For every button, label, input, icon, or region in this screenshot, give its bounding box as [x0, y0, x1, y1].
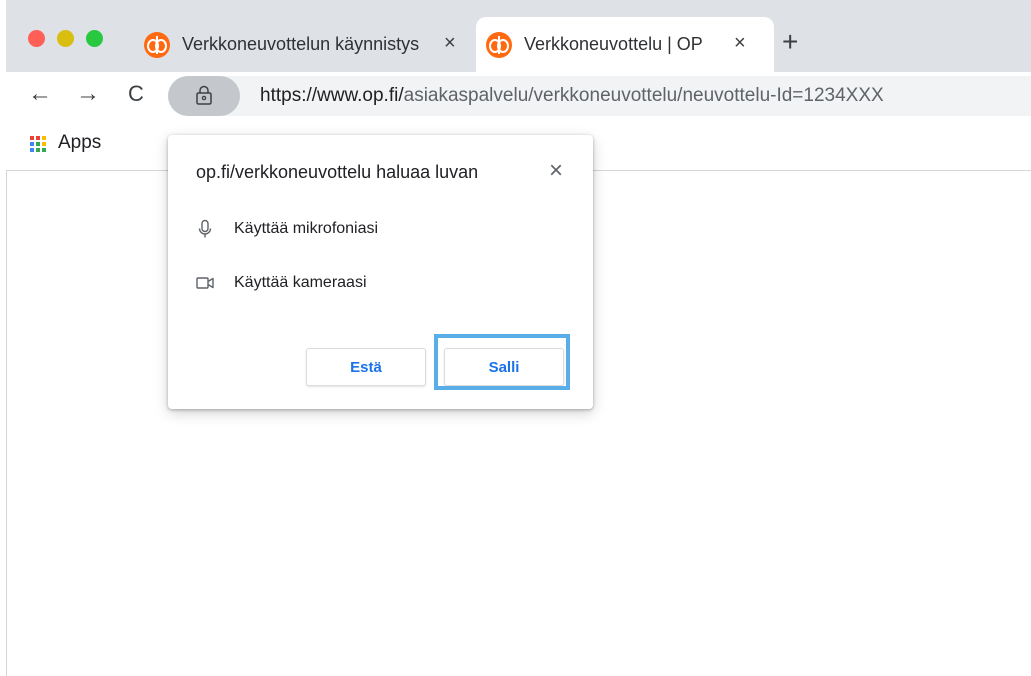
forward-button[interactable]: →: [76, 82, 100, 106]
permission-microphone: Käyttää mikrofoniasi: [196, 219, 378, 239]
camera-icon: [196, 277, 214, 289]
tab-title: Verkkoneuvottelu | OP: [524, 34, 703, 54]
reload-button[interactable]: C: [128, 82, 144, 106]
maximize-window-button[interactable]: [86, 30, 103, 47]
op-favicon-icon: [144, 31, 170, 58]
tab-close-icon[interactable]: ×: [734, 32, 746, 55]
minimize-window-button[interactable]: [57, 30, 74, 47]
toolbar: ← → C https://www.op.fi/asiakaspalvelu/v…: [6, 72, 1031, 120]
site-info-button[interactable]: [168, 76, 240, 116]
new-tab-button[interactable]: +: [782, 28, 798, 56]
back-button[interactable]: ←: [28, 82, 52, 106]
tab-verkkoneuvottelun-kaynnistys[interactable]: Verkkoneuvottelun käynnistys ×: [134, 17, 470, 72]
permission-camera: Käyttää kameraasi: [196, 273, 367, 293]
permission-dialog: op.fi/verkkoneuvottelu haluaa luvan × Kä…: [168, 135, 593, 409]
apps-grid-icon[interactable]: [30, 136, 48, 154]
op-favicon-icon: [486, 31, 512, 58]
address-bar[interactable]: https://www.op.fi/asiakaspalvelu/verkkon…: [168, 76, 1031, 116]
tab-close-icon[interactable]: ×: [444, 32, 456, 55]
apps-bookmark[interactable]: Apps: [58, 132, 101, 154]
permission-label: Käyttää mikrofoniasi: [234, 220, 379, 237]
microphone-icon: [198, 219, 212, 238]
block-button[interactable]: Estä: [306, 348, 426, 386]
close-window-button[interactable]: [28, 30, 45, 47]
url-text[interactable]: https://www.op.fi/asiakaspalvelu/verkkon…: [260, 85, 884, 107]
tab-title: Verkkoneuvottelun käynnistys: [182, 34, 420, 54]
lock-icon: [196, 85, 212, 105]
url-host: https://www.op.fi/: [260, 85, 404, 106]
close-icon[interactable]: ×: [549, 159, 563, 183]
permission-label: Käyttää kameraasi: [234, 274, 367, 291]
tab-verkkoneuvottelu-op[interactable]: Verkkoneuvottelu | OP ×: [476, 17, 774, 72]
dialog-title: op.fi/verkkoneuvottelu haluaa luvan: [196, 162, 479, 182]
url-path: asiakaspalvelu/verkkoneuvottelu/neuvotte…: [403, 85, 884, 106]
allow-button[interactable]: Salli: [444, 348, 564, 386]
tab-strip: Verkkoneuvottelun käynnistys × Verkkoneu…: [6, 0, 1031, 72]
